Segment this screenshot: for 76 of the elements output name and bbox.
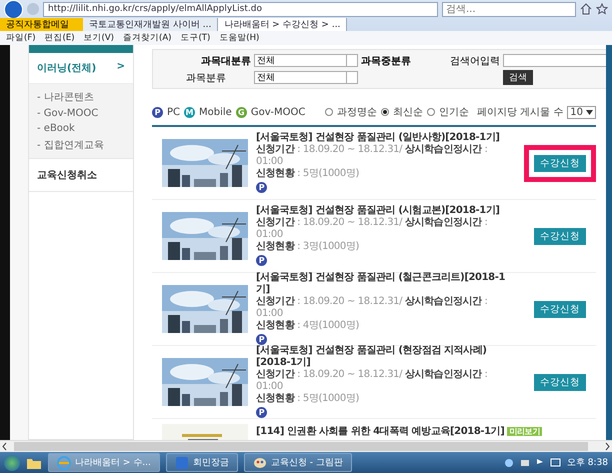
menu-item[interactable]: 도구(T) [180, 32, 210, 44]
search-field[interactable]: 검색... [442, 2, 576, 16]
keyboard-icon[interactable] [520, 458, 530, 468]
menu-item[interactable]: 파일(F) [6, 32, 36, 44]
radio-label[interactable]: 인기순 [438, 105, 469, 119]
platform-badge: P [256, 182, 267, 194]
platform-badge: P [152, 106, 163, 118]
field-label: 과목분류 [185, 72, 227, 84]
page-size-label: 페이지당 게시물 수 [476, 106, 564, 119]
course-period: 신청기간 : 18.09.20 ~ 18.12.31/ 상시학습인정시간 : 01:00 [256, 144, 488, 168]
platform-badge: P [256, 334, 267, 346]
course-period: 신청기간 : 18.09.20 ~ 18.12.31/ 상시학습인정시간 : 01:00 [256, 217, 488, 241]
menu-item[interactable]: 즐겨찾기(A) [123, 32, 172, 44]
sidebar-item[interactable]: - 나라콘텐츠 [37, 90, 125, 104]
network-icon[interactable] [504, 458, 514, 468]
sidebar-item[interactable]: - 집합연계교육 [37, 138, 125, 152]
browser-tab[interactable]: 나라배움터 > 수강신청 > ... [218, 18, 348, 31]
menu-item[interactable]: 편집(E) [44, 32, 75, 44]
enroll-button[interactable]: 수강신청 [534, 228, 586, 244]
radio-button[interactable] [426, 108, 435, 116]
app-icon [174, 456, 189, 470]
favorites-link[interactable]: 공직자통합메일 [0, 18, 83, 31]
enroll-button[interactable]: 수강신청 [534, 374, 586, 390]
page-size-dropdown[interactable]: 10 [567, 106, 596, 118]
browser-tab[interactable]: 국토교통인재개발원 사이버 ... [83, 18, 218, 31]
scrollbar-thumb[interactable] [14, 442, 588, 451]
radio-label[interactable]: 과정명순 [336, 105, 377, 119]
course-title[interactable]: [114] 인권환 사회를 위한 4대폭력 예방교육[2018-1기] 미리보기 [256, 424, 542, 438]
field-label: 과목중분류 [361, 54, 412, 68]
chevron-text: > [116, 61, 125, 74]
course-title[interactable]: [서울국토청] 건설현장 품질관리 (철근콘크리트)[2018-1기] [256, 272, 516, 296]
legend-label: Mobile [199, 106, 232, 118]
enroll-button[interactable]: 수강신청 [534, 154, 586, 172]
platform-badge: G [236, 106, 247, 118]
course-status: 신청현황 : 5명(1000명) [256, 393, 360, 406]
platform-badge: M [184, 106, 196, 118]
category-dropdown[interactable]: 전체 [254, 71, 358, 84]
platform-badge: P [256, 255, 267, 266]
platform-badge: P [256, 407, 267, 418]
globe-icon [57, 456, 71, 470]
clock: 오후 8:38 [566, 457, 608, 469]
search-button[interactable]: 검색 [503, 70, 533, 85]
course-title[interactable]: [서울국토청] 건설현장 품질관리 (시험교본)[2018-1기] [256, 205, 516, 218]
legend-label: PC [167, 106, 180, 118]
course-period: 신청기간 : 18.09.20 ~ 18.12.31/ 상시학습인정시간 : 01:00 [256, 296, 488, 320]
search-field[interactable] [503, 54, 606, 67]
course-status: 신청현황 : 4명(1000명) [256, 320, 360, 332]
sidebar-link[interactable]: 교육신청취소 [29, 158, 133, 192]
caret-icon [586, 110, 593, 114]
field-label: 과목대분류 [200, 54, 251, 68]
address-bar[interactable]: http://lilit.nhi.go.kr/crs/apply/elmAllApplyList.do [43, 2, 438, 16]
monitor-icon[interactable] [550, 458, 561, 468]
star-icon[interactable] [596, 3, 608, 15]
taskbar-item[interactable]: 교육신청 - 그림판 [244, 453, 352, 472]
field-label: 검색어입력 [449, 54, 500, 68]
course-title[interactable]: [서울국토청] 건설현장 품질관리 (현장점검 지적사례)[2018-1기] [256, 345, 516, 370]
back-button[interactable] [4, 0, 23, 18]
course-status: 신청현황 : 5명(1000명) [256, 168, 360, 180]
menu-item[interactable]: 도움말(H) [219, 32, 260, 44]
sidebar-item[interactable]: - Gov-MOOC [37, 108, 125, 119]
sidebar-title: 이러닝(전체) [37, 62, 96, 75]
radio-button[interactable] [324, 108, 333, 116]
radio-label[interactable]: 최신순 [392, 105, 423, 119]
taskbar-item[interactable]: 회민장금 [166, 453, 238, 472]
sidebar-item[interactable]: - eBook [37, 123, 125, 134]
home-icon[interactable] [580, 3, 592, 15]
radio-button[interactable] [380, 108, 389, 116]
course-status: 신청현황 : 3명(1000명) [256, 241, 360, 254]
legend-label: Gov-MOOC [250, 106, 306, 118]
palette-icon [252, 456, 267, 470]
course-period: 신청기간 : 18.09.20 ~ 18.12.31/ 상시학습인정시간 : 01:00 [256, 369, 488, 393]
menu-item[interactable]: 보기(V) [84, 32, 114, 44]
category-dropdown[interactable]: 전체 [254, 54, 358, 67]
course-title[interactable]: [서울국토청] 건설현장 품질관리 (일반사항)[2018-1기] [256, 132, 516, 144]
enroll-button[interactable]: 수강신청 [534, 300, 586, 318]
start-button[interactable] [4, 454, 20, 470]
